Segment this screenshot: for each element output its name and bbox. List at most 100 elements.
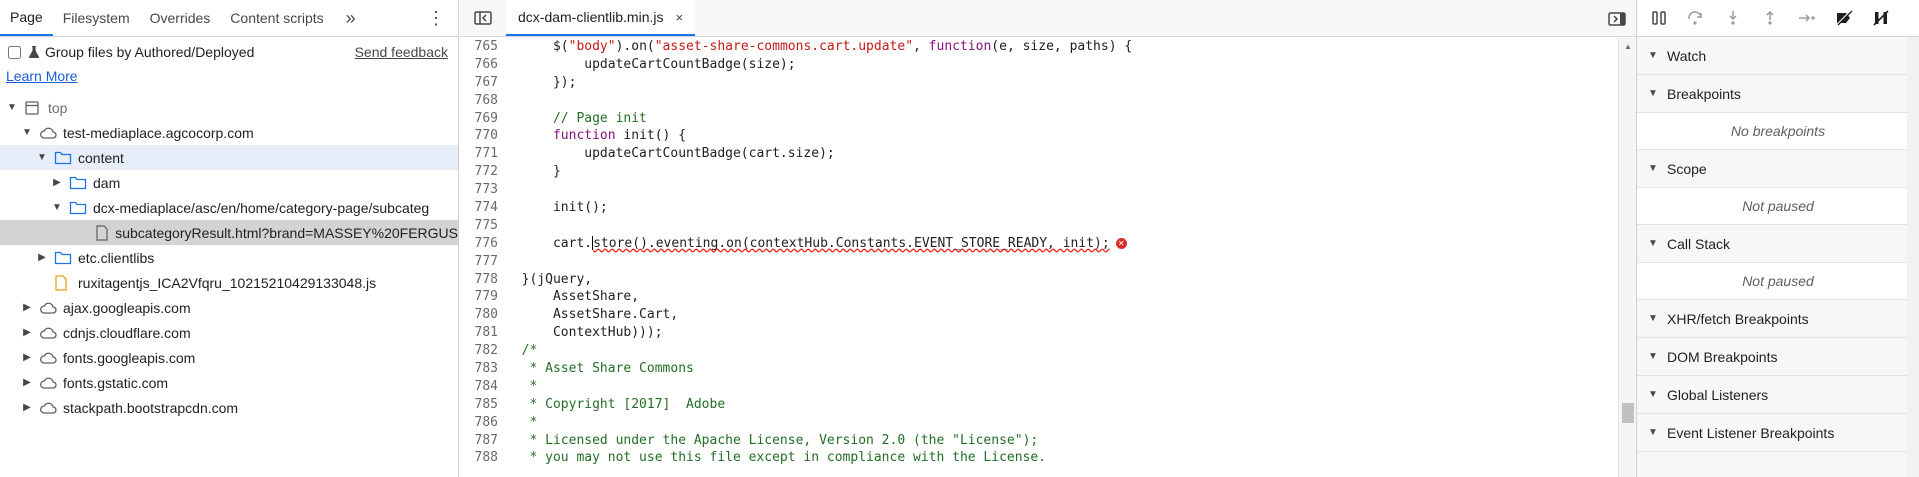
pause-on-exceptions-icon[interactable] [1869,6,1893,30]
close-tab-icon[interactable]: × [675,10,683,25]
error-icon[interactable]: ✕ [1115,237,1127,249]
expand-right-arrow-icon[interactable]: ▶ [21,377,33,389]
line-number[interactable]: 777 [460,253,506,271]
section-header[interactable]: ▼ Scope [1637,150,1919,188]
expand-down-arrow-icon[interactable]: ▼ [21,127,33,139]
collapse-arrow-icon[interactable]: ▼ [1647,427,1659,439]
collapse-arrow-icon[interactable]: ▼ [1647,351,1659,363]
collapse-arrow-icon[interactable]: ▼ [1647,313,1659,325]
collapse-arrow-icon[interactable]: ▼ [1647,389,1659,401]
section-placeholder: No breakpoints [1637,113,1919,150]
learn-more-link[interactable]: Learn More [0,67,458,85]
tree-item-label: etc.clientlibs [78,249,155,266]
expand-right-arrow-icon[interactable]: ▶ [21,327,33,339]
tree-item[interactable]: ▶ etc.clientlibs [0,245,458,270]
section-header[interactable]: ▼ Call Stack [1637,225,1919,263]
tree-item[interactable]: ruxitagentjs_ICA2Vfqru_10215210429133048… [0,270,458,295]
scroll-up-arrow-icon[interactable]: ▲ [1624,42,1632,51]
line-number[interactable]: 770 [460,127,506,145]
kebab-menu-icon[interactable]: ⋮ [427,0,446,37]
code-token: store().eventing.on(contextHub.Constants… [593,235,1110,251]
send-feedback-link[interactable]: Send feedback [355,44,448,60]
collapse-arrow-icon[interactable]: ▼ [1647,163,1659,175]
tab-overrides[interactable]: Overrides [140,0,221,36]
line-number[interactable]: 773 [460,181,506,199]
tree-item[interactable]: ▶ cdnjs.cloudflare.com [0,320,458,345]
collapse-arrow-icon[interactable]: ▼ [1647,50,1659,62]
pause-icon[interactable] [1647,6,1671,30]
line-number[interactable]: 780 [460,306,506,324]
section-header[interactable]: ▼ Watch [1637,37,1919,75]
sidebar-scrollbar[interactable] [1907,37,1919,477]
tab-page[interactable]: Page [0,0,53,36]
line-number[interactable]: 781 [460,324,506,342]
expand-right-arrow-icon[interactable]: ▶ [21,402,33,414]
tree-item[interactable]: subcategoryResult.html?brand=MASSEY%20FE… [0,220,458,245]
line-number[interactable]: 766 [460,56,506,74]
step-into-icon[interactable] [1721,6,1745,30]
tree-item[interactable]: ▶ stackpath.bootstrapcdn.com [0,395,458,420]
tree-item[interactable]: ▼ top [0,95,458,120]
tree-item[interactable]: ▶ fonts.gstatic.com [0,370,458,395]
line-number[interactable]: 769 [460,110,506,128]
tree-item-label: stackpath.bootstrapcdn.com [63,399,239,416]
group-files-checkbox[interactable] [8,45,21,59]
line-number[interactable]: 768 [460,92,506,110]
line-number[interactable]: 767 [460,74,506,92]
step-out-icon[interactable] [1758,6,1782,30]
collapse-arrow-icon[interactable]: ▼ [1647,238,1659,250]
line-number[interactable]: 772 [460,163,506,181]
line-number[interactable]: 775 [460,217,506,235]
expand-right-arrow-icon[interactable]: ▶ [21,352,33,364]
section-header[interactable]: ▼ Event Listener Breakpoints [1637,414,1919,452]
tab-content-scripts[interactable]: Content scripts [220,0,333,36]
line-number[interactable]: 788 [460,449,506,467]
file-tab[interactable]: dcx-dam-clientlib.min.js × [506,0,696,36]
expand-down-arrow-icon[interactable]: ▼ [51,202,63,214]
collapse-arrow-icon[interactable]: ▼ [1647,88,1659,100]
line-number[interactable]: 771 [460,145,506,163]
expand-down-arrow-icon[interactable]: ▼ [36,152,48,164]
tree-item[interactable]: ▼ content [0,145,458,170]
code-line: 776 cart.store().eventing.on(contextHub.… [460,235,1618,253]
tree-item[interactable]: ▶ dam [0,170,458,195]
line-number[interactable]: 779 [460,288,506,306]
tree-item[interactable]: ▼ test-mediaplace.agcocorp.com [0,120,458,145]
line-number[interactable]: 776 [460,235,506,253]
code-line: 786 * [460,414,1618,432]
step-icon[interactable] [1795,6,1819,30]
expand-right-arrow-icon[interactable]: ▶ [51,177,63,189]
line-number[interactable]: 778 [460,271,506,289]
scroll-thumb[interactable] [1622,403,1634,423]
section-header[interactable]: ▼ XHR/fetch Breakpoints [1637,300,1919,338]
tree-item-label: top [48,99,68,116]
tree-item[interactable]: ▼ dcx-mediaplace/asc/en/home/category-pag… [0,195,458,220]
line-number[interactable]: 783 [460,360,506,378]
section-header[interactable]: ▼ DOM Breakpoints [1637,338,1919,376]
toggle-debugger-icon[interactable] [1608,0,1626,37]
section-header[interactable]: ▼ Breakpoints [1637,75,1919,113]
expand-right-arrow-icon[interactable]: ▶ [36,252,48,264]
toggle-navigator-icon[interactable] [460,0,506,36]
line-number[interactable]: 774 [460,199,506,217]
expand-down-arrow-icon[interactable]: ▼ [6,102,18,114]
code-token: init(); [521,200,608,216]
line-number[interactable]: 782 [460,342,506,360]
section-header[interactable]: ▼ Global Listeners [1637,376,1919,414]
line-number[interactable]: 765 [460,38,506,56]
tab-filesystem[interactable]: Filesystem [53,0,140,36]
line-number[interactable]: 784 [460,378,506,396]
tree-item[interactable]: ▶ ajax.googleapis.com [0,295,458,320]
expand-right-arrow-icon[interactable]: ▶ [21,302,33,314]
step-over-icon[interactable] [1684,6,1708,30]
line-number[interactable]: 785 [460,396,506,414]
line-number[interactable]: 787 [460,432,506,450]
more-tabs-chevron-icon[interactable]: » [338,0,364,36]
editor-scrollbar[interactable]: ▲ [1618,38,1636,477]
tree-item[interactable]: ▶ fonts.googleapis.com [0,345,458,370]
line-number[interactable]: 786 [460,414,506,432]
deactivate-breakpoints-icon[interactable] [1832,6,1856,30]
code-area[interactable]: 765 $("body").on("asset-share-commons.ca… [460,38,1618,477]
